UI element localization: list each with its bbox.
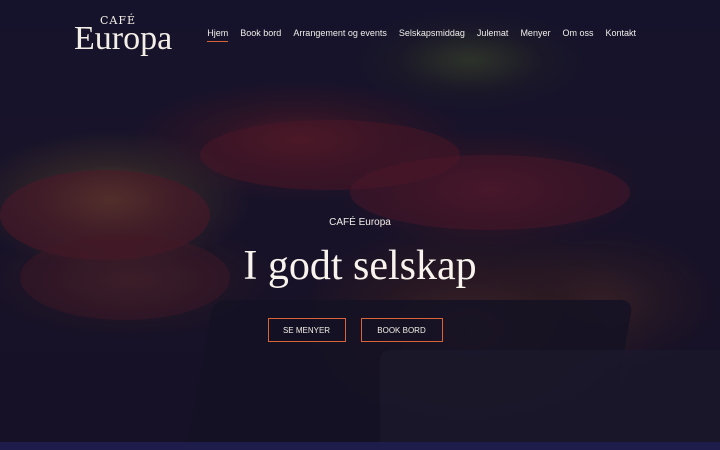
nav-item-julemat[interactable]: Julemat [471, 28, 515, 42]
nav-item-om-oss[interactable]: Om oss [556, 28, 599, 42]
section-divider [0, 442, 720, 450]
hero-actions: SE MENYER BOOK BORD [0, 318, 720, 342]
nav-item-arrangement[interactable]: Arrangement og events [287, 28, 393, 42]
nav-item-hjem[interactable]: Hjem [201, 28, 234, 42]
book-table-button[interactable]: BOOK BORD [360, 318, 443, 342]
hero-eyebrow: CAFÉ Europa [329, 217, 391, 228]
hero-headline: I godt selskap [243, 243, 477, 289]
nav-item-book-bord[interactable]: Book bord [234, 28, 287, 42]
see-menus-button[interactable]: SE MENYER [267, 318, 346, 342]
main-navigation: Hjem Book bord Arrangement og events Sel… [201, 28, 642, 42]
site-logo[interactable]: CAFÉ Europa [74, 14, 186, 58]
nav-item-selskapsmiddag[interactable]: Selskapsmiddag [393, 28, 471, 42]
nav-item-menyer[interactable]: Menyer [514, 28, 556, 42]
logo-big-text: Europa [74, 20, 173, 57]
nav-item-kontakt[interactable]: Kontakt [599, 28, 642, 42]
